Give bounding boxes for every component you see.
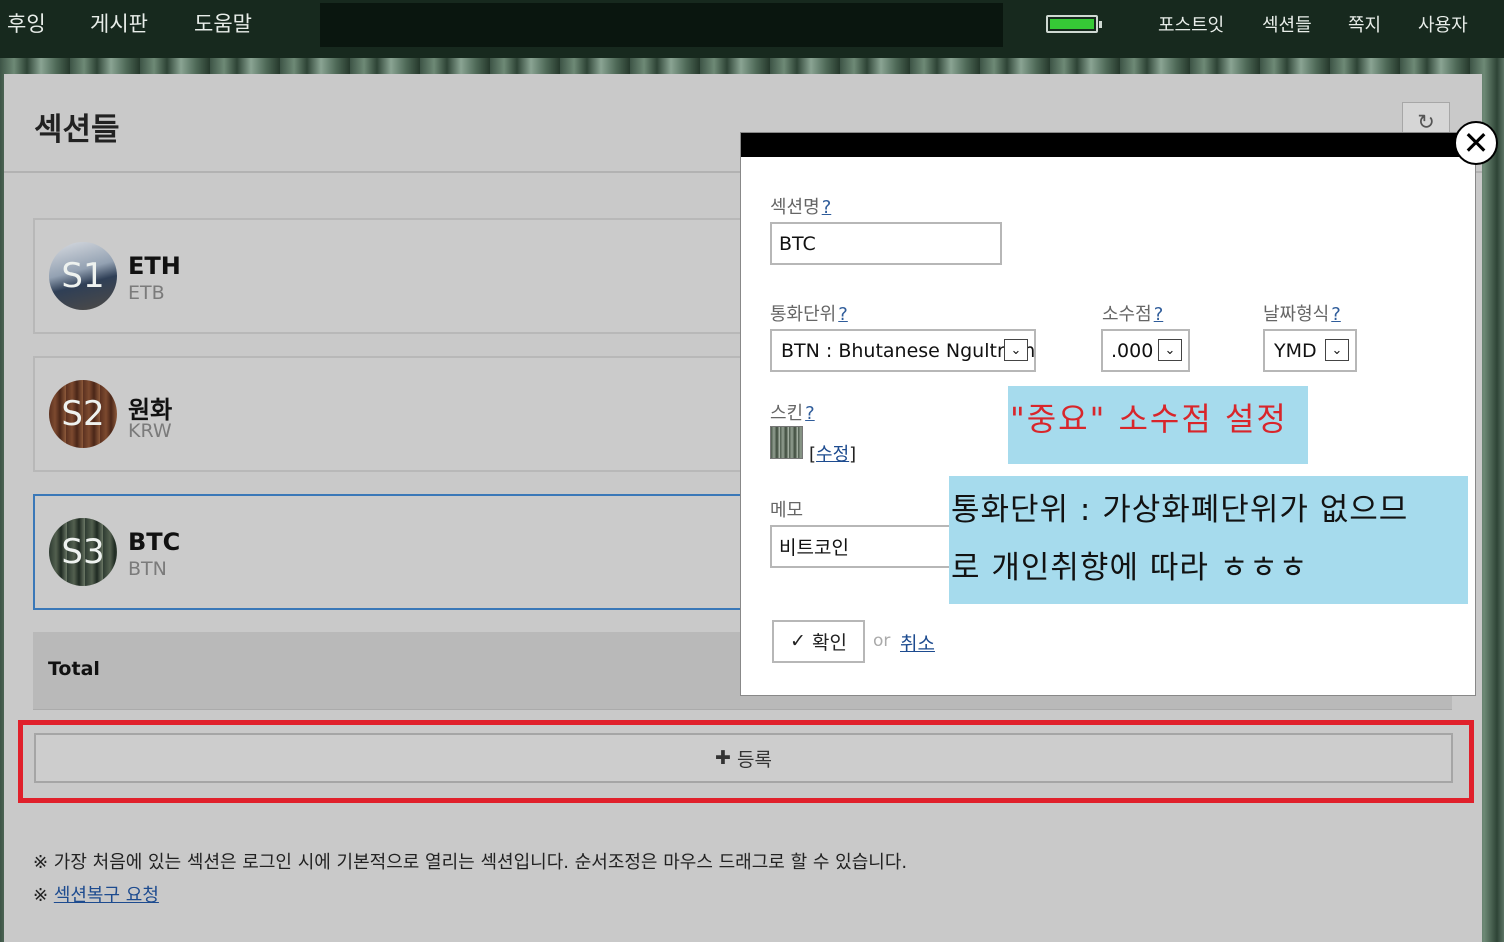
cancel-link[interactable]: 취소 — [900, 629, 935, 656]
register-button[interactable]: ✚ 등록 — [34, 733, 1453, 783]
nav-item-postit[interactable]: 포스트잇 — [1158, 11, 1224, 37]
section-restore-link[interactable]: 섹션복구 요청 — [54, 885, 159, 906]
section-currency-code: KRW — [128, 420, 172, 442]
nav-item-sections[interactable]: 섹션들 — [1262, 11, 1312, 37]
section-avatar: S3 — [49, 518, 117, 586]
help-icon[interactable]: ? — [1154, 304, 1164, 325]
register-label: 등록 — [736, 749, 772, 771]
help-icon[interactable]: ? — [1331, 304, 1341, 325]
nav-item-board[interactable]: 게시판 — [90, 8, 148, 38]
restore-note: ※ 섹션복구 요청 — [33, 881, 159, 907]
battery-icon — [1046, 15, 1102, 33]
nav-item-messages[interactable]: 쪽지 — [1348, 11, 1381, 37]
confirm-button[interactable]: ✓ 확인 — [772, 620, 865, 663]
check-icon: ✓ — [790, 631, 806, 652]
section-currency-code: ETB — [128, 282, 165, 304]
bracket: ] — [849, 444, 857, 465]
label-text: 소수점 — [1102, 304, 1152, 325]
plus-icon: ✚ — [715, 747, 731, 769]
chevron-down-icon: ⌄ — [1158, 339, 1182, 361]
skin-edit-link[interactable]: 수정 — [816, 444, 849, 465]
section-avatar: S1 — [49, 242, 117, 310]
battery-fill — [1050, 19, 1094, 29]
help-icon[interactable]: ? — [822, 197, 832, 218]
nav-item-user[interactable]: 사용자 — [1418, 11, 1468, 37]
info-note: ※ 가장 처음에 있는 섹션은 로그인 시에 기본적으로 열리는 섹션입니다. … — [33, 852, 908, 873]
section-name: ETH — [128, 252, 181, 280]
dialog-header — [741, 133, 1475, 157]
bracket: [ — [809, 444, 817, 465]
section-name-label: 섹션명? — [770, 193, 831, 219]
top-nav-bar: 후잉 게시판 도움말 포스트잇 섹션들 쪽지 사용자 — [0, 0, 1504, 58]
or-text: or — [873, 631, 891, 651]
date-format-select[interactable]: YMD ⌄ — [1263, 329, 1357, 372]
date-format-label: 날짜형식? — [1263, 300, 1341, 326]
label-text: 스킨 — [770, 403, 804, 424]
memo-label: 메모 — [770, 500, 804, 521]
decimal-value: .000 — [1111, 339, 1154, 362]
nav-item-hooing[interactable]: 후잉 — [7, 8, 46, 38]
confirm-label: 확인 — [811, 633, 847, 654]
skin-label: 스킨? — [770, 399, 815, 425]
currency-label: 통화단위? — [770, 300, 848, 326]
chevron-down-icon: ⌄ — [1004, 339, 1028, 361]
annotation-line: 통화단위 : 가상화폐단위가 없으므 — [951, 492, 1409, 528]
currency-select[interactable]: BTN : Bhutanese Ngultrum ⌄ — [770, 329, 1036, 372]
decimal-annotation: "중요" 소수점 설정 — [1008, 386, 1308, 464]
section-name-input[interactable]: BTC — [770, 222, 1002, 265]
close-icon[interactable]: ✕ — [1454, 121, 1498, 165]
page-title: 섹션들 — [34, 112, 120, 148]
section-avatar: S2 — [49, 380, 117, 448]
label-text: 날짜형식 — [1263, 304, 1330, 325]
label-text: 섹션명 — [770, 197, 820, 218]
currency-value: BTN : Bhutanese Ngultrum — [781, 339, 1036, 362]
decimal-select[interactable]: .000 ⌄ — [1101, 329, 1190, 372]
date-format-value: YMD — [1274, 339, 1317, 362]
total-label: Total — [48, 658, 100, 680]
skin-thumbnail — [770, 426, 803, 459]
nav-item-help[interactable]: 도움말 — [194, 8, 252, 38]
label-text: 통화단위 — [770, 304, 837, 325]
help-icon[interactable]: ? — [838, 304, 848, 325]
currency-annotation: 통화단위 : 가상화폐단위가 없으므 로 개인취향에 따라 ㅎㅎㅎ — [949, 476, 1468, 604]
section-name: BTC — [128, 528, 181, 556]
restore-note-prefix: ※ — [33, 885, 54, 906]
search-bar[interactable] — [320, 3, 1003, 47]
section-currency-code: BTN — [128, 558, 167, 580]
help-icon[interactable]: ? — [805, 403, 815, 424]
decimal-label: 소수점? — [1102, 300, 1163, 326]
annotation-line: 로 개인취향에 따라 ㅎㅎㅎ — [951, 550, 1309, 586]
skin-edit: [수정] — [809, 440, 856, 466]
chevron-down-icon: ⌄ — [1325, 339, 1349, 361]
